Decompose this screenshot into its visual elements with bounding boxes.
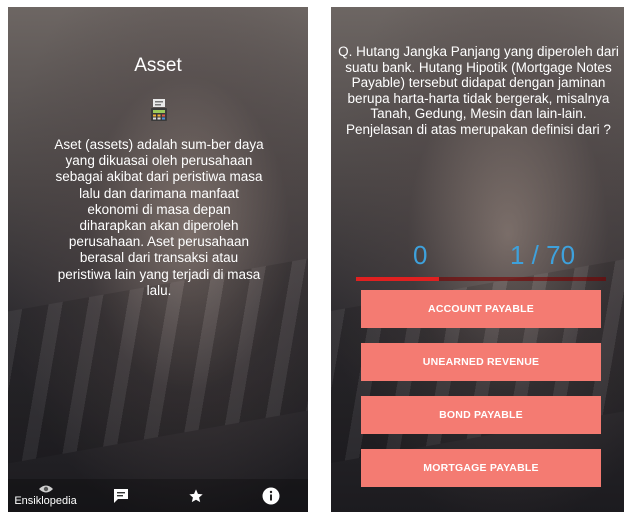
progress-bar [356, 277, 606, 281]
score-value: 0 [413, 240, 428, 270]
answer-button-4[interactable]: MORTGAGE PAYABLE [361, 449, 601, 487]
nav-chat[interactable] [86, 479, 156, 512]
progress-fill [356, 277, 439, 281]
chat-icon [113, 488, 128, 503]
answer-button-3[interactable]: BOND PAYABLE [361, 396, 601, 434]
answer-button-1[interactable]: ACCOUNT PAYABLE [361, 290, 601, 328]
bottom-navigation: Ensiklopedia [8, 479, 308, 512]
question-counter: 1 / 70 [510, 240, 576, 270]
star-icon [188, 488, 203, 502]
definition-text: Aset (assets) adalah sum-ber daya yang d… [54, 137, 264, 298]
nav-favorites[interactable] [161, 479, 231, 512]
eye-icon [38, 485, 53, 493]
calculator-icon [151, 99, 167, 121]
question-text: Q. Hutang Jangka Panjang yang diperoleh … [338, 44, 619, 137]
answer-button-2[interactable]: UNEARNED REVENUE [361, 343, 601, 381]
nav-ensiklopedia[interactable]: Ensiklopedia [11, 479, 81, 512]
info-icon [262, 487, 279, 504]
quiz-screen: Q. Hutang Jangka Panjang yang diperoleh … [331, 7, 624, 512]
nav-label-ensiklopedia: Ensiklopedia [14, 495, 77, 507]
page-title: Asset [134, 55, 182, 76]
encyclopedia-screen: Asset Aset (assets) adalah sum-ber daya … [8, 7, 308, 512]
nav-info[interactable] [236, 479, 306, 512]
